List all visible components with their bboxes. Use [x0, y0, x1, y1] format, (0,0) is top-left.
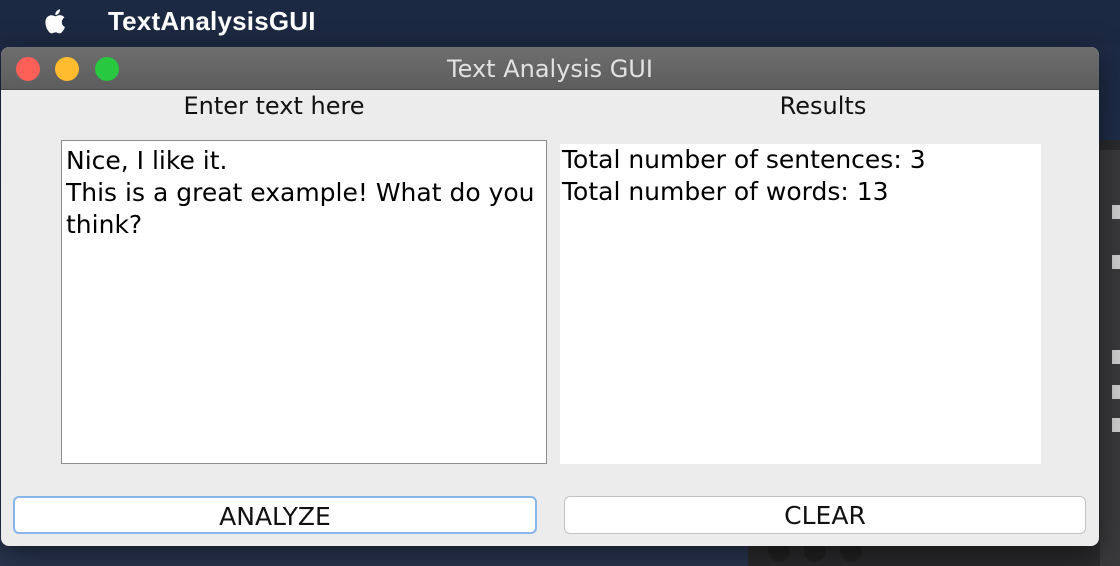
results-label: Results: [779, 92, 867, 120]
app-name[interactable]: TextAnalysisGUI: [108, 6, 316, 37]
background-window-mark: [1112, 350, 1120, 364]
main-window: Text Analysis GUI Enter text here Result…: [1, 47, 1099, 546]
clear-button[interactable]: CLEAR: [564, 496, 1086, 534]
text-input[interactable]: Nice, I like it. This is a great example…: [61, 140, 547, 464]
background-window-mark: [1112, 385, 1120, 399]
results-area: Total number of sentences: 3 Total numbe…: [560, 144, 1041, 464]
input-label: Enter text here: [183, 92, 365, 120]
background-window-mark: [1112, 255, 1120, 269]
background-window-mark: [1112, 205, 1120, 219]
apple-icon[interactable]: [40, 5, 72, 37]
menu-bar: TextAnalysisGUI: [0, 0, 1120, 44]
title-bar[interactable]: Text Analysis GUI: [1, 47, 1099, 90]
window-title: Text Analysis GUI: [447, 55, 653, 83]
analyze-button[interactable]: ANALYZE: [13, 496, 537, 534]
sentence-count-text: Total number of sentences: 3: [562, 145, 926, 174]
background-window-mark: [1112, 418, 1120, 432]
word-count-text: Total number of words: 13: [562, 177, 889, 206]
